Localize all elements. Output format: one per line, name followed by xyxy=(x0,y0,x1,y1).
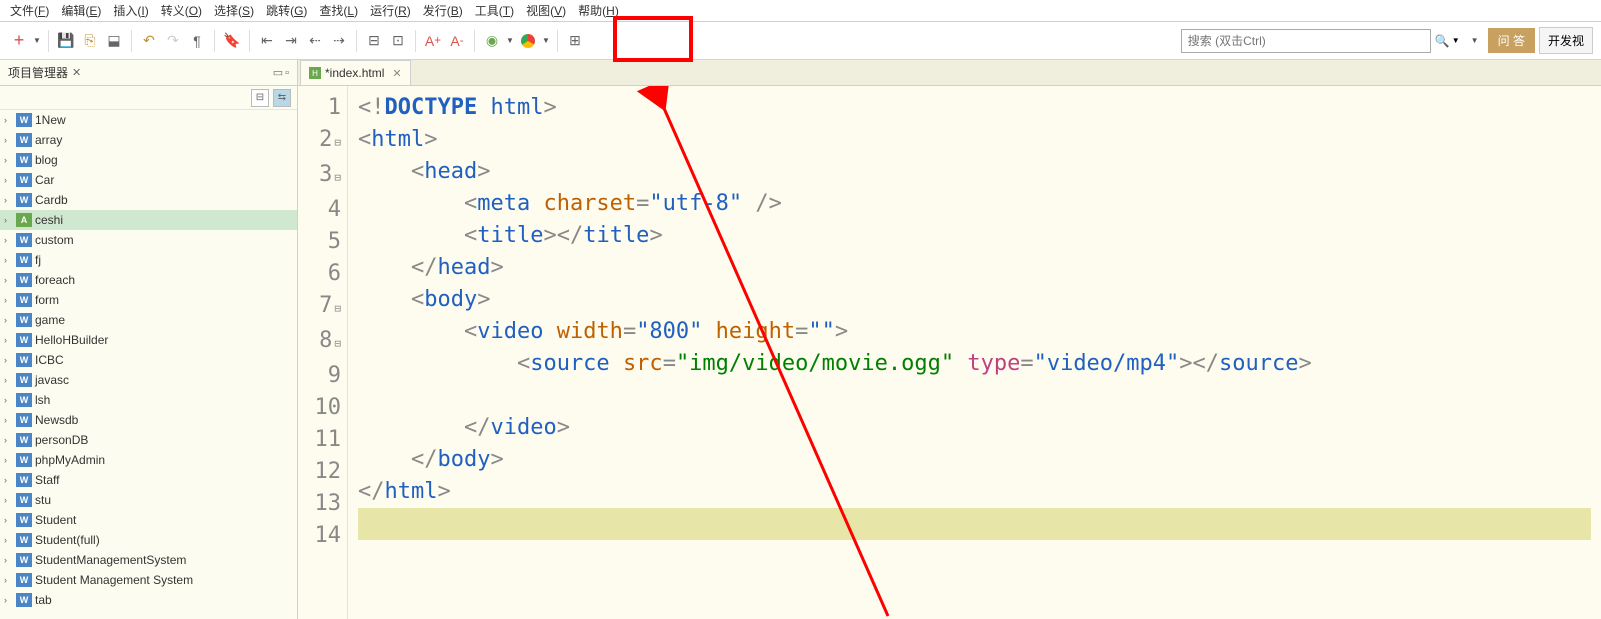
browser-dropdown[interactable]: ▼ xyxy=(541,36,551,45)
menu-f[interactable]: 文件(F) xyxy=(6,1,53,20)
tree-item[interactable]: ›Wform xyxy=(0,290,297,310)
import-button[interactable]: ⬓ xyxy=(103,30,125,52)
browser-button[interactable] xyxy=(517,30,539,52)
menu-r[interactable]: 运行(R) xyxy=(366,1,415,20)
sidebar-header: 项目管理器 ✕ ▭ ▫ xyxy=(0,60,297,86)
menu-t[interactable]: 工具(T) xyxy=(471,1,518,20)
tree-item[interactable]: ›Wstu xyxy=(0,490,297,510)
font-decrease-button[interactable]: A- xyxy=(446,30,468,52)
new-dropdown[interactable]: ▼ xyxy=(32,36,42,45)
tree-item[interactable]: ›WStudentManagementSystem xyxy=(0,550,297,570)
menu-s[interactable]: 选择(S) xyxy=(210,1,258,20)
indent-right-button[interactable]: ⇥ xyxy=(280,30,302,52)
tree-item[interactable]: ›WICBC xyxy=(0,350,297,370)
tree-item[interactable]: ›WphpMyAdmin xyxy=(0,450,297,470)
format-button[interactable]: ¶ xyxy=(186,30,208,52)
menu-g[interactable]: 跳转(G) xyxy=(262,1,311,20)
tree-item[interactable]: ›Wjavasc xyxy=(0,370,297,390)
outdent-button[interactable]: ⇠ xyxy=(304,30,326,52)
editor-area: H *index.html ✕ 12⊟3⊟4567⊟8⊟91011121314 … xyxy=(298,60,1601,619)
tree-item[interactable]: ›WStaff xyxy=(0,470,297,490)
html-file-icon: H xyxy=(309,67,321,79)
editor-tabs: H *index.html ✕ xyxy=(298,60,1601,86)
save-all-button[interactable]: ⎘ xyxy=(79,30,101,52)
tree-item[interactable]: ›Wfj xyxy=(0,250,297,270)
collapse-all-button[interactable]: ⇆ xyxy=(273,89,291,107)
tab-close-icon[interactable]: ✕ xyxy=(392,67,401,80)
menu-bar: 文件(F)编辑(E)插入(I) 转义(O)选择(S)跳转(G)查找(L)运行(R)… xyxy=(0,0,1601,22)
tree-item[interactable]: ›WCar xyxy=(0,170,297,190)
menu-e[interactable]: 编辑(E) xyxy=(57,1,105,20)
preview-button[interactable]: ◉ xyxy=(481,30,503,52)
save-button[interactable]: 💾 xyxy=(55,30,77,52)
indent-button[interactable]: ⇢ xyxy=(328,30,350,52)
tree-item[interactable]: ›WHelloHBuilder xyxy=(0,330,297,350)
bookmark-button[interactable]: 🔖 xyxy=(221,30,243,52)
tree-item[interactable]: ›WNewsdb xyxy=(0,410,297,430)
editor-tab[interactable]: H *index.html ✕ xyxy=(300,60,411,85)
tree-item[interactable]: ›WStudent xyxy=(0,510,297,530)
tree-item[interactable]: ›WStudent(full) xyxy=(0,530,297,550)
sidebar-title: 项目管理器 xyxy=(8,64,68,81)
project-tree[interactable]: ›W1New›Warray›Wblog›WCar›WCardb›Aceshi›W… xyxy=(0,110,297,619)
tree-item[interactable]: ›Wblog xyxy=(0,150,297,170)
tree-item[interactable]: ›Warray xyxy=(0,130,297,150)
tree-item[interactable]: ›Wgame xyxy=(0,310,297,330)
menu-i[interactable]: 插入(I) xyxy=(109,1,152,20)
redo-button[interactable]: ↷ xyxy=(162,30,184,52)
menu-h[interactable]: 帮助(H) xyxy=(574,1,623,20)
line-gutter: 12⊟3⊟4567⊟8⊟91011121314 xyxy=(298,86,348,619)
tree-item[interactable]: ›WCardb xyxy=(0,190,297,210)
tree-item[interactable]: ›Aceshi xyxy=(0,210,297,230)
tree-item[interactable]: ›Wlsh xyxy=(0,390,297,410)
minimize-icon[interactable]: ▭ xyxy=(273,66,283,79)
menu-v[interactable]: 视图(V) xyxy=(522,1,570,20)
tree-item[interactable]: ›WpersonDB xyxy=(0,430,297,450)
sidebar-close-icon[interactable]: ✕ xyxy=(72,66,81,79)
indent-left-button[interactable]: ⇤ xyxy=(256,30,278,52)
project-explorer: 项目管理器 ✕ ▭ ▫ ⊟ ⇆ ›W1New›Warray›Wblog›WCar… xyxy=(0,60,298,619)
dev-view-button[interactable]: 开发视 xyxy=(1539,27,1593,54)
tree-item[interactable]: ›Wforeach xyxy=(0,270,297,290)
comment-button[interactable]: ⊟ xyxy=(363,30,385,52)
undo-button[interactable]: ↶ xyxy=(138,30,160,52)
tree-item[interactable]: ›W1New xyxy=(0,110,297,130)
search-input[interactable] xyxy=(1181,29,1431,53)
menu-l[interactable]: 查找(L) xyxy=(315,1,362,20)
toolbar: + ▼ 💾 ⎘ ⬓ ↶ ↷ ¶ 🔖 ⇤ ⇥ ⇠ ⇢ ⊟ ⊡ A+ A- ◉ ▼ … xyxy=(0,22,1601,60)
tree-item[interactable]: ›Wtab xyxy=(0,590,297,610)
ask-button[interactable]: 问 答 xyxy=(1488,28,1535,53)
terminal-button[interactable]: ⊞ xyxy=(564,30,586,52)
highlight-annotation xyxy=(613,16,693,62)
collapse-icon[interactable]: ▫ xyxy=(285,67,289,79)
menu-b[interactable]: 发行(B) xyxy=(419,1,467,20)
font-increase-button[interactable]: A+ xyxy=(422,30,444,52)
uncomment-button[interactable]: ⊡ xyxy=(387,30,409,52)
preview-dropdown[interactable]: ▼ xyxy=(505,36,515,45)
tree-item[interactable]: ›Wcustom xyxy=(0,230,297,250)
link-editor-button[interactable]: ⊟ xyxy=(251,89,269,107)
search-submit-button[interactable]: 🔍▼ xyxy=(1431,32,1464,50)
tree-item[interactable]: ›WStudent Management System xyxy=(0,570,297,590)
code-editor[interactable]: <!DOCTYPE html><html> <head> <meta chars… xyxy=(348,86,1601,619)
new-button[interactable]: + xyxy=(8,30,30,52)
menu-o[interactable]: 转义(O) xyxy=(157,1,206,20)
tab-label: *index.html xyxy=(325,66,384,80)
search-options-dropdown[interactable]: ▼ xyxy=(1470,36,1480,45)
